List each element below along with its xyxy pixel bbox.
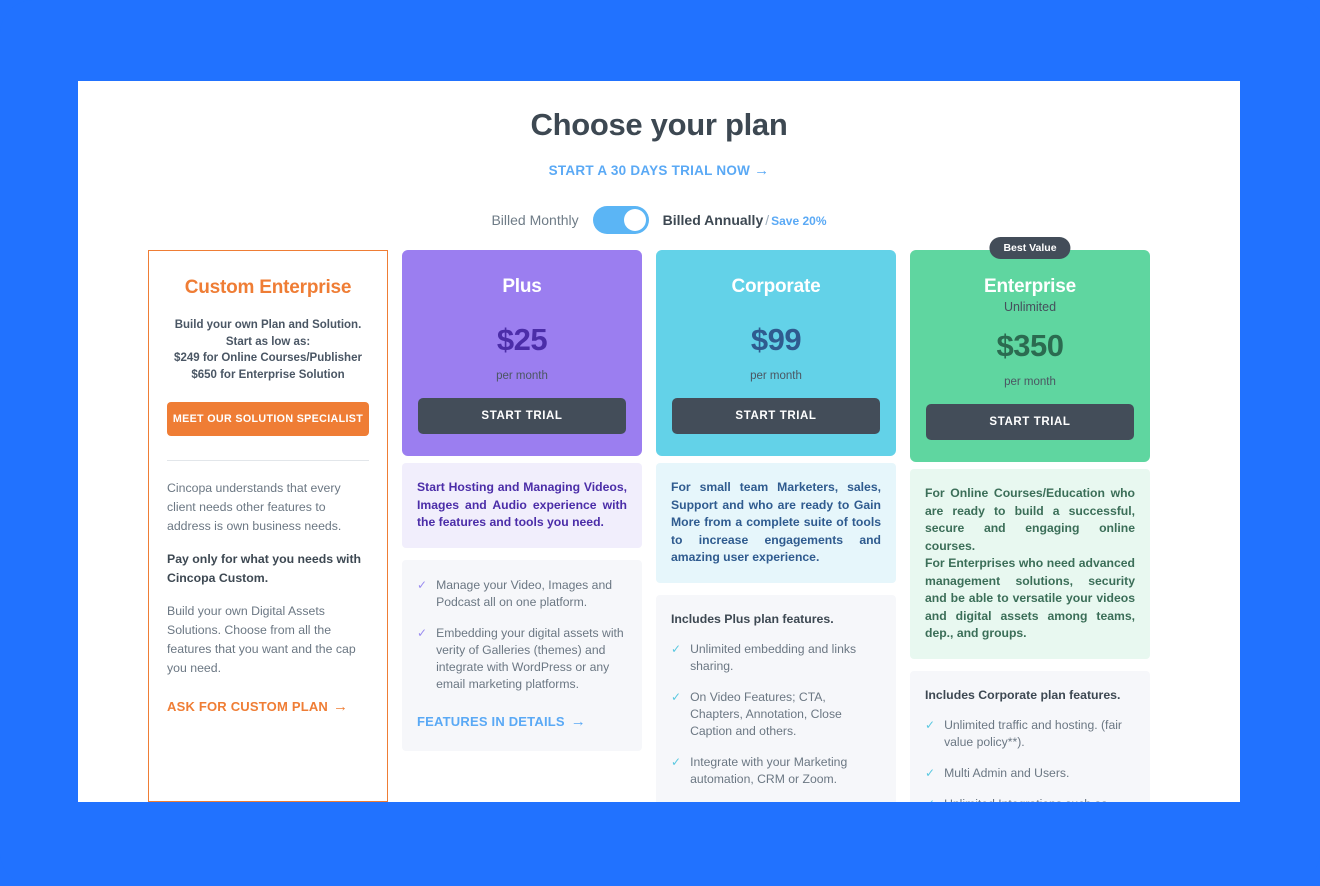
check-icon: ✓ <box>671 802 681 803</box>
plan-description-plus: Start Hosting and Managing Videos, Image… <box>402 463 642 548</box>
features-heading-enterprise: Includes Corporate plan features. <box>925 687 1121 702</box>
arrow-right-icon: → <box>333 698 349 715</box>
features-heading-corporate: Includes Plus plan features. <box>671 611 834 626</box>
feature-item: ✓ Unlimited traffic and hosting. (fair va… <box>925 717 1135 751</box>
check-icon: ✓ <box>671 754 682 769</box>
page-title: Choose your plan <box>530 107 788 142</box>
features-list-enterprise: ✓ Unlimited traffic and hosting. (fair va… <box>925 717 1135 803</box>
plan-column-enterprise: Best Value Enterprise Unlimited $350 per… <box>910 237 1150 803</box>
feature-item: ✓ Integrate with your Marketing automatio… <box>671 754 881 788</box>
check-icon: ✓ <box>671 689 682 704</box>
plan-column-corporate: Corporate $99 per month START TRIAL For … <box>656 250 896 802</box>
billing-annual-group: Billed Annually / Save 20% <box>663 212 827 228</box>
feature-item-label: Unlimited Integrations such as Hubspot, … <box>944 796 1135 803</box>
billing-toggle-row: Billed Monthly Billed Annually / Save 20% <box>78 206 1240 234</box>
plan-description-corporate: For small team Marketers, sales, Support… <box>656 463 896 583</box>
app-frame: Choose your plan START A 30 DAYS TRIAL N… <box>0 0 1320 886</box>
ask-for-custom-plan-label: ASK FOR CUSTOM PLAN <box>167 699 329 714</box>
start-trial-button-corporate[interactable]: START TRIAL <box>672 398 880 434</box>
plan-period-enterprise: per month <box>1004 376 1056 388</box>
plan-period-plus: per month <box>496 370 548 382</box>
custom-body-paragraph-3: Build your own Digital Assets Solutions.… <box>167 604 356 675</box>
feature-item: ✓ Unlimited embedding and links sharing. <box>671 641 881 675</box>
plan-header-corporate: Corporate $99 per month START TRIAL <box>656 250 896 456</box>
feature-item: ✓ Embedding your digital assets with veri… <box>417 625 627 693</box>
plan-header-enterprise: Best Value Enterprise Unlimited $350 per… <box>910 237 1150 462</box>
check-icon: ✓ <box>925 717 936 732</box>
feature-item-label: Unlimited embedding and links sharing. <box>690 641 857 673</box>
feature-item-label: On Video Features; CTA, Chapters, Annota… <box>690 689 842 738</box>
check-icon: ✓ <box>417 625 428 640</box>
feature-item: ✓ Multi Admin and Users. <box>925 765 1135 782</box>
plan-description-enterprise: For Online Courses/Education who are rea… <box>910 469 1150 659</box>
billing-period-toggle[interactable] <box>592 206 649 234</box>
plan-tagline-enterprise: Unlimited <box>1003 300 1057 314</box>
plan-subtitle-custom: Build your own Plan and Solution. Start a… <box>174 319 362 381</box>
feature-item: ✓ On Video Features; CTA, Chapters, Annot… <box>671 689 881 740</box>
plan-period-corporate: per month <box>750 370 802 382</box>
plans-row: Custom Enterprise Build your own Plan an… <box>148 237 1178 803</box>
billing-slash: / <box>765 212 770 228</box>
arrow-right-icon: → <box>570 712 586 730</box>
billing-save-badge: Save 20% <box>771 214 827 228</box>
ask-for-custom-plan-link[interactable]: ASK FOR CUSTOM PLAN → <box>167 698 348 715</box>
start-trial-button-enterprise[interactable]: START TRIAL <box>926 404 1134 440</box>
plan-name-enterprise: Enterprise <box>984 276 1076 297</box>
feature-item: ✓ Increase your Google SEO Ranking. <box>671 802 881 803</box>
plan-price-enterprise: $350 <box>996 328 1064 363</box>
meet-solution-specialist-button[interactable]: MEET OUR SOLUTION SPECIALIST <box>167 402 369 436</box>
features-list-corporate: ✓ Unlimited embedding and links sharing. ✓… <box>671 641 881 803</box>
plan-price-plus: $25 <box>496 322 548 357</box>
toggle-knob <box>623 209 646 231</box>
plan-features-plus: ✓ Manage your Video, Images and Podcast a… <box>402 559 642 751</box>
plan-features-corporate: Includes Plus plan features. ✓ Unlimited … <box>656 594 896 803</box>
check-icon: ✓ <box>925 796 935 803</box>
custom-body-paragraph-1: Cincopa understands that every client ne… <box>167 481 342 533</box>
start-trial-link[interactable]: START A 30 DAYS TRIAL NOW → <box>78 162 1240 179</box>
feature-item-label: Manage your Video, Images and Podcast al… <box>436 577 612 609</box>
plan-header-plus: Plus $25 per month START TRIAL <box>402 250 642 456</box>
plan-name-corporate: Corporate <box>731 276 821 297</box>
pricing-page-panel: Choose your plan START A 30 DAYS TRIAL N… <box>78 81 1240 802</box>
feature-item: ✓ Unlimited Integrations such as Hubspot,… <box>925 796 1135 803</box>
plan-features-enterprise: Includes Corporate plan features. ✓ Unlim… <box>910 670 1150 803</box>
features-in-details-link-plus[interactable]: FEATURES IN DETAILS → <box>417 713 586 730</box>
billing-monthly-label[interactable]: Billed Monthly <box>491 212 578 228</box>
best-value-badge: Best Value <box>989 237 1071 259</box>
feature-item-label: Multi Admin and Users. <box>944 765 1070 780</box>
plan-name-plus: Plus <box>502 276 542 297</box>
plan-column-custom: Custom Enterprise Build your own Plan an… <box>148 250 388 802</box>
plan-column-plus: Plus $25 per month START TRIAL Start Hos… <box>402 250 642 802</box>
start-trial-button-plus[interactable]: START TRIAL <box>418 398 626 434</box>
features-list-plus: ✓ Manage your Video, Images and Podcast a… <box>417 577 627 693</box>
plan-title-custom: Custom Enterprise <box>184 277 352 298</box>
plan-price-corporate: $99 <box>750 322 802 357</box>
billing-annual-label[interactable]: Billed Annually <box>663 212 764 228</box>
check-icon: ✓ <box>925 765 936 780</box>
start-trial-link-label: START A 30 DAYS TRIAL NOW <box>548 163 751 178</box>
custom-body-paragraph-2: Pay only for what you needs with Cincopa… <box>167 552 362 585</box>
feature-item-label: Integrate with your Marketing automation… <box>690 754 848 786</box>
feature-item-label: Embedding your digital assets with verit… <box>436 625 624 691</box>
check-icon: ✓ <box>417 577 428 592</box>
arrow-right-icon: → <box>754 162 770 179</box>
feature-item: ✓ Manage your Video, Images and Podcast a… <box>417 577 627 611</box>
divider <box>167 460 369 461</box>
feature-item-label: Unlimited traffic and hosting. (fair val… <box>944 717 1122 749</box>
check-icon: ✓ <box>671 641 682 656</box>
feature-item-label: Increase your Google SEO Ranking. <box>690 802 881 803</box>
plan-card-custom-enterprise: Custom Enterprise Build your own Plan an… <box>148 250 388 802</box>
features-in-details-label: FEATURES IN DETAILS <box>417 713 565 729</box>
